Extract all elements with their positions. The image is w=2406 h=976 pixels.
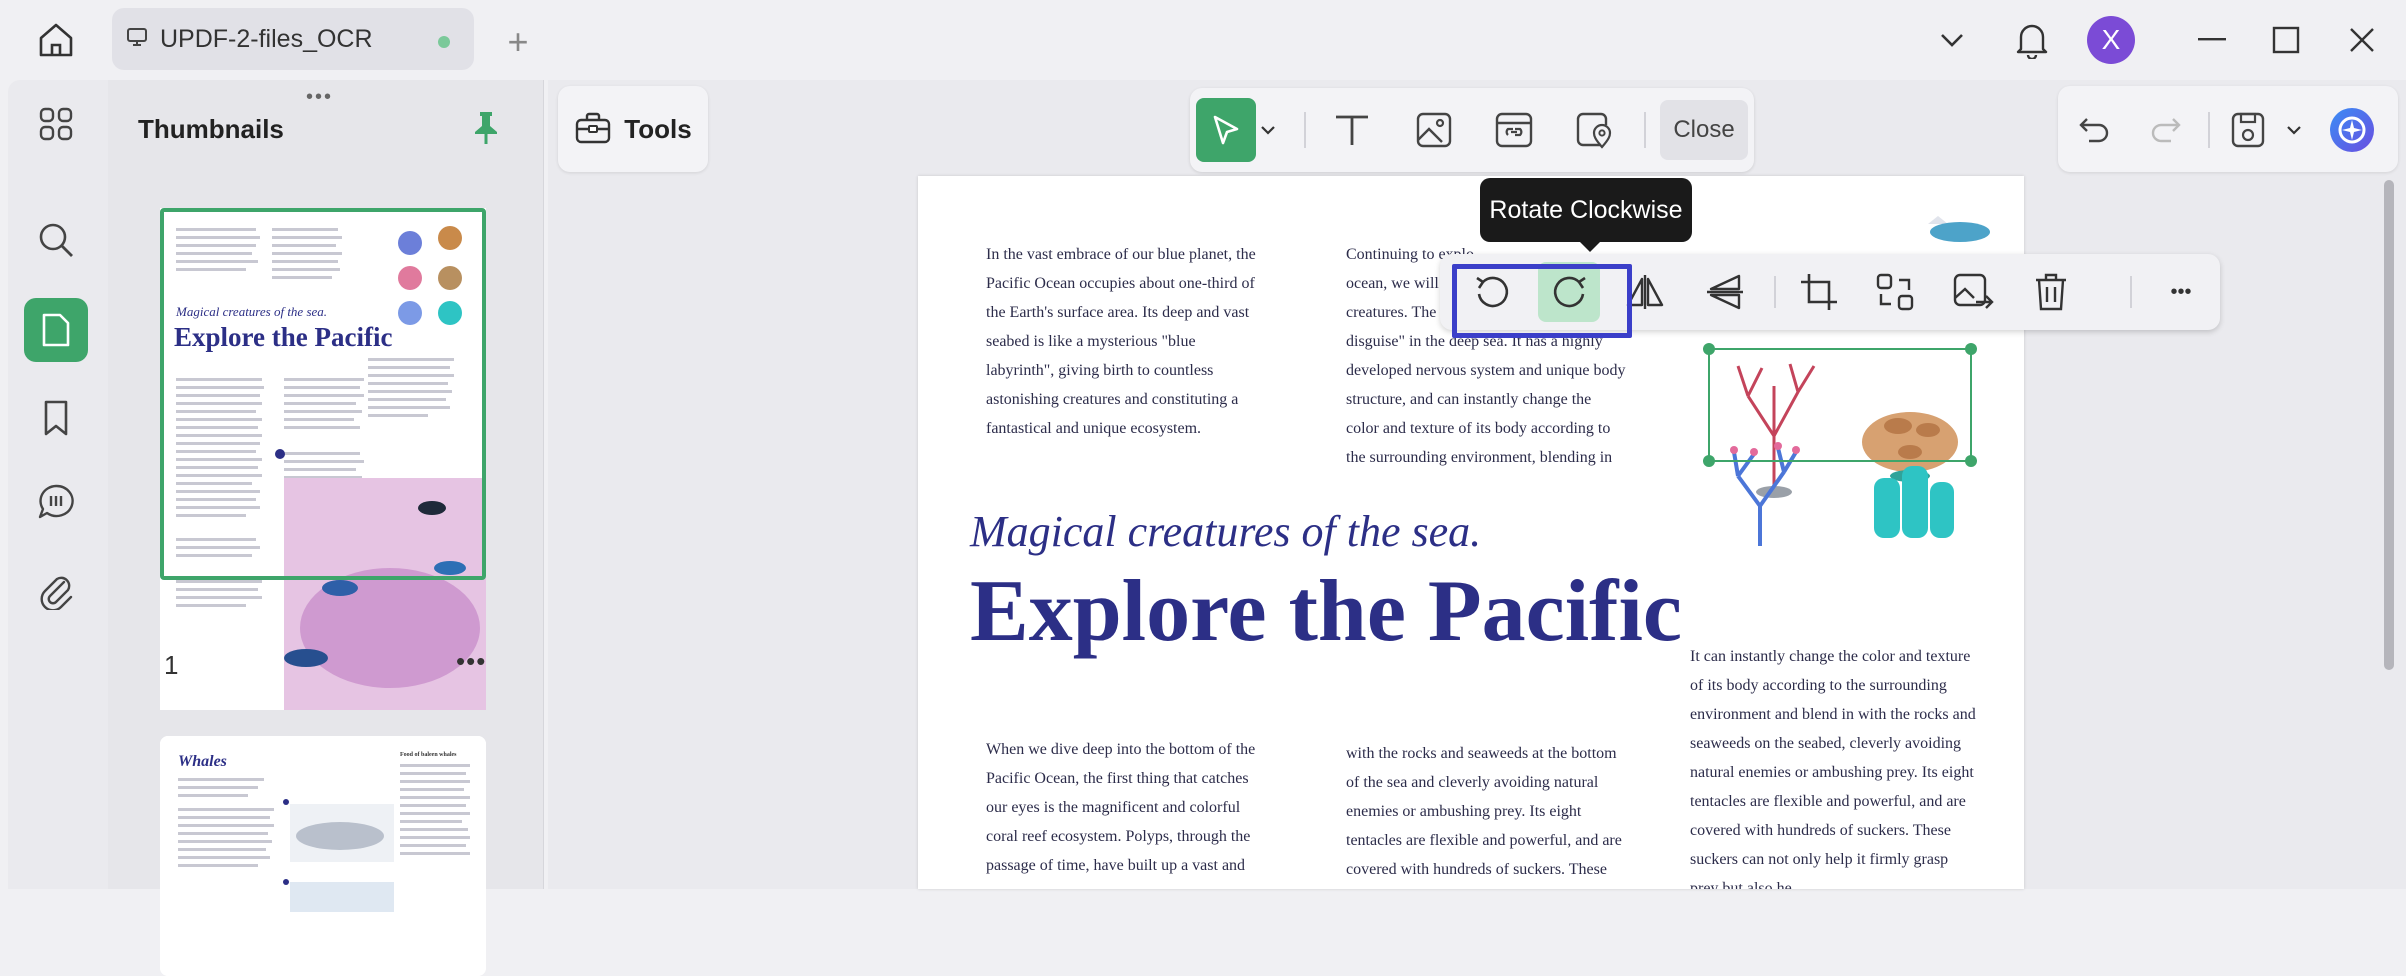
pages-icon[interactable] [24,298,88,362]
paragraph-rocks[interactable]: with the rocks and seaweeds at the botto… [1346,739,1626,884]
close-edit-button[interactable]: Close [1660,100,1748,160]
maximize-icon[interactable] [2264,18,2308,62]
pin-icon[interactable] [464,106,508,150]
line: developed nervous system and unique body [1346,362,1626,379]
divider [1304,112,1306,148]
rotate-clockwise-tooltip: Rotate Clockwise [1480,178,1692,252]
paragraph-intro[interactable]: In the vast embrace of our blue planet, … [986,240,1262,443]
document-tab[interactable]: UPDF-2-files_OCR [112,8,474,70]
ai-assistant-icon[interactable] [2322,98,2382,162]
map-pin-icon[interactable] [1564,98,1624,162]
notification-bell-icon[interactable] [2008,16,2056,64]
title-bar: UPDF-2-files_OCR + X [0,0,2406,78]
tab-title: UPDF-2-files_OCR [160,24,373,53]
resize-handle[interactable] [1965,455,1977,467]
page-1-more-button[interactable]: ••• [456,646,486,677]
attachment-icon[interactable] [24,558,88,622]
line: color and texture of its body according … [1346,420,1611,437]
save-icon[interactable] [2218,98,2278,162]
line: the surrounding environment, blending in [1346,449,1613,466]
selected-frame [160,208,486,580]
redo-icon [2136,98,2196,162]
image-selection-frame[interactable] [1703,343,1977,467]
page-number-1: 1 [164,650,179,680]
panel-title: Thumbnails [138,114,284,144]
minimize-icon[interactable] [2190,20,2234,60]
grid-icon[interactable] [24,92,88,156]
comment-icon[interactable] [24,470,88,534]
link-icon[interactable] [1484,98,1544,162]
replace-image-icon[interactable] [1864,262,1926,322]
left-rail [8,80,108,889]
home-icon[interactable] [28,18,84,62]
thumb2-section: Food of baleen whales [400,752,457,758]
chevron-down-icon[interactable] [1254,98,1282,162]
divider [1774,276,1776,308]
pointer-icon[interactable] [1196,98,1256,162]
toolbox-icon [574,108,612,151]
extract-image-icon[interactable] [1942,262,2004,322]
delete-icon[interactable] [2020,262,2082,322]
panel-grip[interactable]: ••• [306,86,333,109]
text-icon[interactable] [1322,98,1382,162]
edit-toolbar: Close [1190,88,1754,172]
chevron-down-icon[interactable] [2280,98,2308,162]
document-actions-toolbar [2058,86,2398,172]
tools-label: Tools [624,113,692,144]
page-thumbnail-1[interactable]: Magical creatures of the sea. Explore th… [160,208,486,710]
bookmark-icon[interactable] [24,386,88,450]
divider [2130,276,2132,308]
flip-vertical-icon[interactable] [1694,262,1756,322]
close-window-icon[interactable] [2340,18,2384,62]
chevron-down-icon[interactable] [1932,20,1972,60]
divider [1644,112,1646,148]
crop-icon[interactable] [1788,262,1850,322]
resize-handle[interactable] [1965,343,1977,355]
more-options-button[interactable]: ••• [2150,262,2212,322]
tab-status-dot [438,36,450,48]
document-title[interactable]: Explore the Pacific [970,561,1682,662]
divider [2208,112,2210,148]
page-2-preview: Whales Food of baleen whales [160,736,486,976]
tools-button[interactable]: Tools [558,86,708,172]
monitor-icon [126,27,148,52]
thumbnails-panel: ••• Thumbnails Magical creatures of the … [108,80,544,976]
thumb2-title: Whales [178,753,227,770]
new-tab-button[interactable]: + [498,21,538,62]
document-subtitle[interactable]: Magical creatures of the sea. [970,506,1481,557]
user-avatar[interactable]: X [2087,16,2135,64]
paragraph-dive[interactable]: When we dive deep into the bottom of the… [986,735,1268,880]
resize-handle[interactable] [1703,343,1715,355]
highlight-box [1452,264,1632,338]
image-icon[interactable] [1404,98,1464,162]
search-icon[interactable] [24,208,88,272]
line: structure, and can instantly change the [1346,391,1592,408]
paragraph-camouflage[interactable]: It can instantly change the color and te… [1690,642,1980,889]
undo-icon[interactable] [2064,98,2124,162]
vertical-scrollbar[interactable] [2384,180,2394,670]
resize-handle[interactable] [1703,455,1715,467]
page-thumbnail-2[interactable]: Whales Food of baleen whales [160,736,486,976]
